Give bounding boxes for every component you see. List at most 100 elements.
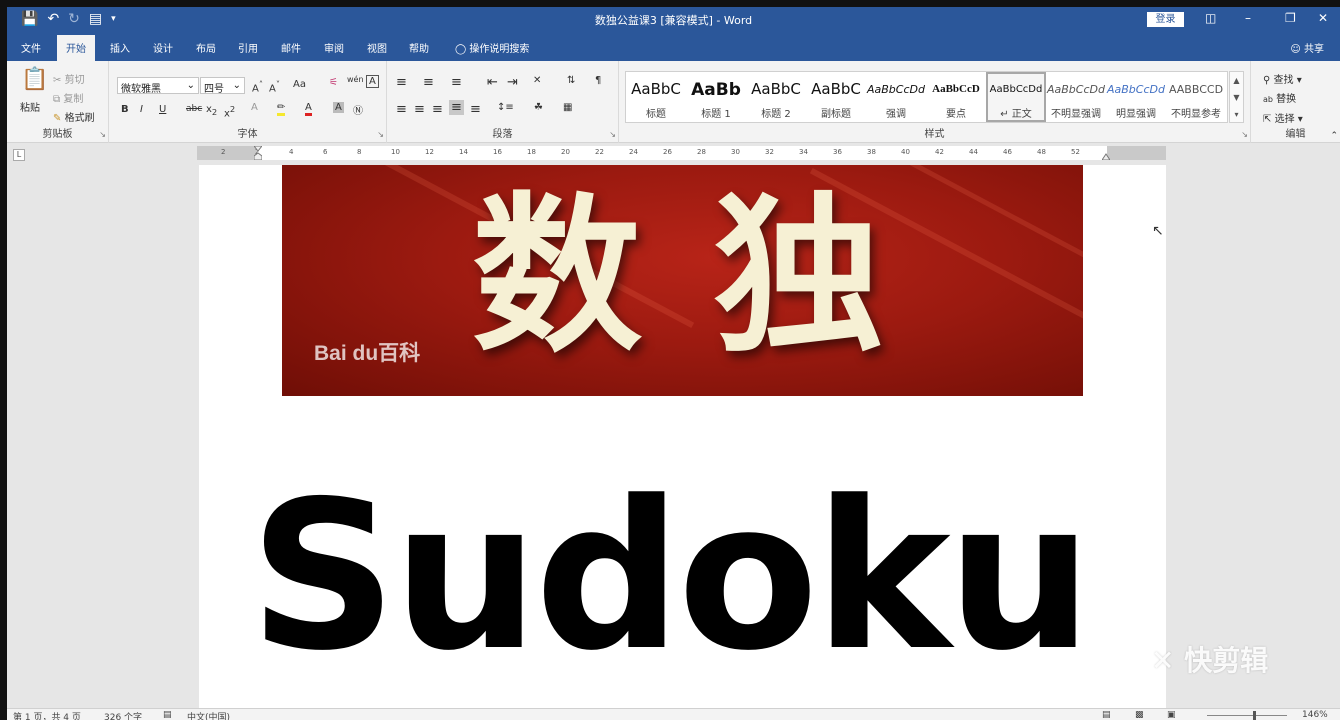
replace-button[interactable]: ab 替换	[1263, 90, 1296, 105]
dialog-launcher-icon[interactable]: ↘	[1241, 130, 1248, 139]
character-border-icon[interactable]: A	[366, 75, 379, 88]
font-group-label: 字体	[237, 129, 258, 140]
show-marks-icon[interactable]: ¶	[595, 75, 601, 86]
enclose-character-icon[interactable]: Ⓝ	[353, 102, 363, 117]
zoom-slider-knob[interactable]	[1253, 711, 1256, 720]
change-case-button[interactable]: Aa	[293, 79, 306, 90]
shading-icon[interactable]: ☘	[534, 102, 543, 113]
grow-font-icon[interactable]: A˄	[252, 79, 263, 94]
style-normal[interactable]: AaBbCcDd ↵ 正文	[986, 72, 1046, 122]
tab-review[interactable]: 审阅	[324, 40, 344, 55]
highlight-icon[interactable]: ✏	[277, 102, 286, 116]
first-line-indent-marker[interactable]	[254, 146, 262, 160]
bold-icon[interactable]: B	[121, 104, 129, 115]
find-button[interactable]: ⚲ 查找 ▾	[1263, 71, 1302, 86]
read-mode-icon[interactable]: ▤	[1102, 710, 1111, 720]
close-icon[interactable]: ✕	[1318, 11, 1328, 25]
line-spacing-icon[interactable]: ↕≡	[497, 102, 514, 113]
sort-icon[interactable]: ⇅	[567, 75, 575, 86]
paste-icon[interactable]: 📋	[21, 67, 48, 92]
tab-design[interactable]: 设计	[153, 40, 173, 55]
asian-layout-icon[interactable]: ✕	[533, 75, 541, 86]
style-subtle-reference[interactable]: AABBCCD 不明显参考	[1166, 72, 1226, 122]
multilevel-list-icon[interactable]: ≡	[451, 75, 462, 90]
numbering-icon[interactable]: ≡	[423, 75, 434, 90]
style-title[interactable]: AaBbC 标题	[626, 72, 686, 122]
zoom-slider[interactable]	[1207, 715, 1287, 716]
decrease-indent-icon[interactable]: ⇤	[487, 75, 498, 90]
text-effects-icon[interactable]: A	[251, 102, 258, 113]
tab-selector[interactable]: L	[13, 149, 25, 161]
proofing-icon[interactable]: ▤	[163, 710, 172, 720]
paste-button[interactable]: 粘贴	[20, 99, 40, 114]
share-button[interactable]: ☺ 共享	[1290, 40, 1324, 55]
tab-help[interactable]: 帮助	[409, 40, 429, 55]
superscript-icon[interactable]: x2	[224, 104, 235, 119]
word-count[interactable]: 326 个字	[104, 710, 142, 720]
phonetic-guide-button[interactable]: wén	[347, 75, 364, 84]
collapse-ribbon-icon[interactable]: ⌃	[1330, 131, 1338, 141]
login-button[interactable]: 登录	[1147, 12, 1184, 27]
tab-insert[interactable]: 插入	[110, 40, 130, 55]
more-styles-icon[interactable]: ▾	[1230, 106, 1243, 123]
dialog-launcher-icon[interactable]: ↘	[99, 130, 106, 139]
format-painter-button[interactable]: ✎ 格式刷	[53, 109, 95, 124]
style-strong[interactable]: AaBbCcD 要点	[926, 72, 986, 122]
document-page[interactable]: 数 独 Bai du百科 Sudoku	[199, 165, 1166, 708]
distributed-icon[interactable]: ≡	[470, 102, 481, 117]
dialog-launcher-icon[interactable]: ↘	[377, 130, 384, 139]
style-heading-1[interactable]: AaBb 标题 1	[686, 72, 746, 122]
bullets-icon[interactable]: ≡	[396, 75, 407, 90]
restore-icon[interactable]: ❐	[1285, 11, 1296, 25]
style-subtitle[interactable]: AaBbC 副标题	[806, 72, 866, 122]
chevron-down-icon[interactable]: ▼	[1230, 89, 1243, 106]
align-right-icon[interactable]: ≡	[432, 102, 443, 117]
styles-gallery-scroll[interactable]: ▲ ▼ ▾	[1229, 71, 1244, 123]
page-count[interactable]: 第 1 页，共 4 页	[13, 710, 81, 720]
underline-icon[interactable]: U	[159, 104, 166, 115]
subscript-icon[interactable]: x2	[206, 104, 217, 117]
chevron-up-icon[interactable]: ▲	[1230, 72, 1243, 89]
minimize-icon[interactable]: –	[1245, 11, 1251, 25]
language-indicator[interactable]: 中文(中国)	[187, 710, 230, 720]
ruler-tick-label: 20	[561, 148, 570, 156]
print-layout-icon[interactable]: ▩	[1135, 710, 1144, 720]
tab-view[interactable]: 视图	[367, 40, 387, 55]
font-name-combo[interactable]: 微软雅黑 ⌄	[117, 77, 199, 95]
ruler-tick-label: 40	[901, 148, 910, 156]
style-heading-2[interactable]: AaBbC 标题 2	[746, 72, 806, 122]
dialog-launcher-icon[interactable]: ↘	[609, 130, 616, 139]
style-subtle-emphasis[interactable]: AaBbCcDd 不明显强调	[1046, 72, 1106, 122]
justify-icon[interactable]: ≡	[449, 100, 464, 115]
font-size-combo[interactable]: 四号 ⌄	[200, 77, 245, 95]
style-emphasis[interactable]: AaBbCcDd 强调	[866, 72, 926, 122]
tab-layout[interactable]: 布局	[196, 40, 216, 55]
align-center-icon[interactable]: ≡	[414, 102, 425, 117]
right-indent-marker[interactable]	[1102, 146, 1110, 160]
strikethrough-icon[interactable]: abc	[186, 104, 202, 114]
align-left-icon[interactable]: ≡	[396, 102, 407, 117]
zoom-level[interactable]: 146%	[1302, 710, 1328, 720]
shrink-font-icon[interactable]: A˅	[269, 79, 280, 94]
sudoku-banner-image[interactable]: 数 独 Bai du百科	[282, 165, 1083, 396]
ruler-tick-label: 10	[391, 148, 400, 156]
increase-indent-icon[interactable]: ⇥	[507, 75, 518, 90]
font-size-value: 四号	[204, 84, 224, 95]
tab-references[interactable]: 引用	[238, 40, 258, 55]
style-intense-emphasis[interactable]: AaBbCcDd 明显强调	[1106, 72, 1166, 122]
clear-formatting-icon[interactable]: ⚟	[329, 77, 338, 88]
tab-home[interactable]: 开始	[57, 35, 95, 61]
horizontal-ruler[interactable]: 2 2 4 6 8 10 12 14 16 18 20 22 24 26 28 30 32 34 36 38 40 42 4…	[197, 146, 1166, 160]
character-shading-icon[interactable]: A	[333, 102, 344, 113]
italic-icon[interactable]: I	[140, 104, 143, 115]
tell-me-search[interactable]: ◯ 操作说明搜索	[455, 40, 529, 55]
tab-mailings[interactable]: 邮件	[281, 40, 301, 55]
borders-icon[interactable]: ▦	[563, 102, 572, 113]
tab-file[interactable]: 文件	[21, 40, 41, 55]
cut-button[interactable]: ✂ 剪切	[53, 71, 85, 86]
font-color-icon[interactable]: A	[305, 102, 312, 116]
copy-button[interactable]: ⧉ 复制	[53, 90, 83, 105]
ribbon-display-icon[interactable]: ◫	[1205, 11, 1216, 25]
select-button[interactable]: ⇱ 选择 ▾	[1263, 110, 1303, 125]
web-layout-icon[interactable]: ▣	[1167, 710, 1176, 720]
